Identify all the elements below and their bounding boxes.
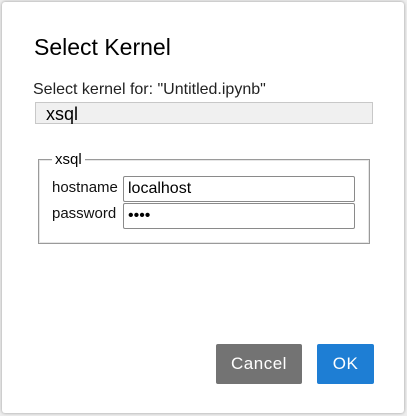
- hostname-input[interactable]: [123, 176, 355, 202]
- fieldset-legend: xsql: [52, 152, 85, 168]
- kernel-label: Select kernel for: "Untitled.ipynb": [33, 81, 266, 98]
- dialog-title: Select Kernel: [34, 34, 171, 60]
- ok-button[interactable]: OK: [317, 344, 374, 384]
- kernel-select[interactable]: xsql: [35, 102, 373, 124]
- password-label: password: [52, 205, 117, 222]
- select-kernel-dialog: Select Kernel Select kernel for: "Untitl…: [2, 2, 404, 413]
- hostname-label: hostname: [52, 179, 118, 196]
- cancel-button[interactable]: Cancel: [216, 344, 302, 384]
- password-input[interactable]: [123, 203, 355, 229]
